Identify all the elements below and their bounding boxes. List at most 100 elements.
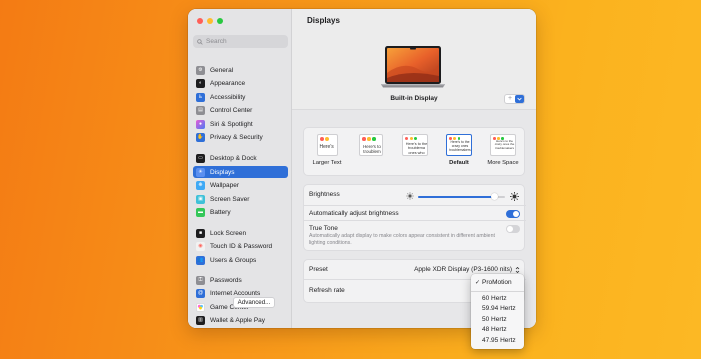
- sidebar-item-label: General: [210, 66, 234, 74]
- search-placeholder: Search: [206, 38, 227, 45]
- sample-text: Here's to the crazy ones the troublemake…: [494, 139, 515, 150]
- fingerprint-icon: ◉: [196, 241, 205, 251]
- sidebar-item-label: Screen Saver: [210, 195, 250, 203]
- sidebar-item-wallpaper[interactable]: ❋ Wallpaper: [193, 179, 288, 191]
- updown-chevron-icon: [515, 266, 520, 274]
- auto-brightness-toggle[interactable]: [506, 210, 520, 218]
- sidebar-item-passwords[interactable]: ⚿ Passwords: [193, 274, 288, 286]
- brightness-row: Brightness: [304, 185, 526, 205]
- brightness-slider-fill: [418, 196, 495, 198]
- sidebar-item-battery[interactable]: ▬ Battery: [193, 206, 288, 218]
- siri-icon: ●: [196, 119, 205, 129]
- close-window-button[interactable]: [197, 18, 203, 24]
- sample-text: Here's to the crazy ones troublemakers: [449, 140, 471, 152]
- refresh-rate-menu: ✓ ProMotion 60 Hertz 59.94 Hertz 50 Hert…: [471, 274, 524, 349]
- chevron-down-icon: [514, 95, 524, 103]
- menu-item-promotion[interactable]: ProMotion: [482, 279, 512, 286]
- appearance-icon: ◐: [196, 78, 205, 88]
- sidebar-item-label: Internet Accounts: [210, 289, 261, 297]
- sidebar-item-label: Wallet & Apple Pay: [210, 316, 266, 324]
- true-tone-label: True Tone: [309, 225, 338, 232]
- accessibility-icon: ♿: [196, 92, 205, 102]
- resolution-picker: Here's Larger Text Here's to troublem He…: [303, 127, 525, 176]
- search-icon: [197, 38, 203, 45]
- menu-item-47-95hz[interactable]: 47.95 Hertz: [482, 337, 516, 344]
- minimize-window-button[interactable]: [207, 18, 213, 24]
- sidebar: Search ⚙ General ◐ Appearance ♿ Accessib…: [188, 9, 292, 328]
- sidebar-item-general[interactable]: ⚙ General: [193, 64, 288, 76]
- sidebar-item-label: Privacy & Security: [210, 133, 263, 141]
- key-icon: ⚿: [196, 275, 205, 285]
- page-title: Displays: [307, 16, 340, 25]
- menu-item-59-94hz[interactable]: 59.94 Hertz: [482, 305, 516, 312]
- resolution-thumbnail: Here's: [316, 134, 338, 156]
- users-icon: 👥: [196, 255, 205, 265]
- resolution-thumbnail: Here's to the troublema ones who: [402, 134, 428, 156]
- auto-brightness-label: Automatically adjust brightness: [309, 210, 399, 217]
- sidebar-item-label: Control Center: [210, 106, 253, 114]
- resolution-thumbnail: Here's to troublem: [359, 134, 383, 156]
- window-controls: [197, 18, 223, 24]
- sidebar-item-touch-id[interactable]: ◉ Touch ID & Password: [193, 240, 288, 252]
- resolution-option-larger-text[interactable]: Here's Larger Text: [312, 134, 342, 166]
- battery-icon: ▬: [196, 207, 205, 217]
- true-tone-toggle[interactable]: [506, 225, 520, 233]
- resolution-option-3[interactable]: Here's to the troublema ones who: [400, 134, 430, 156]
- sidebar-item-lock-screen[interactable]: ■ Lock Screen: [193, 227, 288, 239]
- at-icon: @: [196, 288, 205, 298]
- brightness-settings: Brightness Automatically adjust brightne…: [303, 184, 526, 252]
- sidebar-item-siri[interactable]: ● Siri & Spotlight: [193, 118, 288, 130]
- sidebar-item-appearance[interactable]: ◐ Appearance: [193, 77, 288, 89]
- resolution-option-more-space[interactable]: Here's to the crazy ones the troublemake…: [487, 134, 519, 166]
- brightness-slider[interactable]: [418, 193, 505, 200]
- sidebar-item-label: Lock Screen: [210, 229, 247, 237]
- true-tone-row: True Tone Automatically adapt display to…: [304, 220, 526, 252]
- menu-item-48hz[interactable]: 48 Hertz: [482, 326, 507, 333]
- sidebar-item-wallet[interactable]: ▥ Wallet & Apple Pay: [193, 314, 288, 326]
- resolution-option-2[interactable]: Here's to troublem: [356, 134, 386, 156]
- resolution-option-default[interactable]: Here's to the crazy ones troublemakers D…: [444, 134, 474, 166]
- sidebar-item-label: Appearance: [210, 79, 246, 87]
- sidebar-item-screen-saver[interactable]: ▣ Screen Saver: [193, 193, 288, 205]
- resolution-label: More Space: [487, 160, 519, 166]
- sidebar-item-label: Touch ID & Password: [210, 242, 273, 250]
- resolution-label: Larger Text: [312, 160, 342, 166]
- resolution-thumbnail: Here's to the crazy ones the troublemake…: [490, 134, 516, 156]
- game-center-icon: [196, 302, 205, 312]
- sidebar-item-users-groups[interactable]: 👥 Users & Groups: [193, 254, 288, 266]
- checkmark-icon: ✓: [475, 280, 481, 286]
- sun-high-icon: [510, 192, 519, 201]
- true-tone-description: Automatically adapt display to make colo…: [309, 233, 495, 246]
- preset-label: Preset: [309, 266, 328, 273]
- add-display-button[interactable]: +: [504, 94, 525, 104]
- sidebar-item-accessibility[interactable]: ♿ Accessibility: [193, 91, 288, 103]
- brightness-slider-knob[interactable]: [491, 193, 499, 200]
- sidebar-item-control-center[interactable]: ▤ Control Center: [193, 104, 288, 116]
- plus-icon: +: [508, 95, 513, 102]
- menu-item-50hz[interactable]: 50 Hertz: [482, 316, 507, 323]
- gear-icon: ⚙: [196, 65, 205, 75]
- display-name: Built-in Display: [390, 95, 438, 102]
- screen-saver-icon: ▣: [196, 194, 205, 204]
- sidebar-item-desktop-dock[interactable]: ▭ Desktop & Dock: [193, 152, 288, 164]
- search-field[interactable]: Search: [193, 35, 288, 48]
- zoom-window-button[interactable]: [217, 18, 223, 24]
- sidebar-item-label: Battery: [210, 208, 231, 216]
- sample-text: Here's: [319, 144, 334, 150]
- sidebar-item-displays[interactable]: ☀ Displays: [193, 166, 288, 178]
- wallet-icon: ▥: [196, 315, 205, 325]
- menu-item-60hz[interactable]: 60 Hertz: [482, 295, 507, 302]
- sidebar-item-privacy[interactable]: ✋ Privacy & Security: [193, 131, 288, 143]
- hand-icon: ✋: [196, 132, 205, 142]
- sidebar-item-label: Passwords: [210, 276, 242, 284]
- preset-select[interactable]: Apple XDR Display (P3-1600 nits): [414, 266, 512, 273]
- sample-text: Here's to the troublema ones who: [405, 142, 428, 155]
- sidebar-item-label: Wallpaper: [210, 181, 240, 189]
- lock-icon: ■: [196, 228, 205, 238]
- sample-text: Here's to troublem: [363, 144, 381, 154]
- sun-low-icon: [406, 192, 414, 200]
- advanced-button[interactable]: Advanced...: [233, 297, 275, 308]
- refresh-rate-label: Refresh rate: [309, 287, 345, 294]
- sidebar-item-label: Displays: [210, 168, 235, 176]
- sidebar-item-label: Siri & Spotlight: [210, 120, 253, 128]
